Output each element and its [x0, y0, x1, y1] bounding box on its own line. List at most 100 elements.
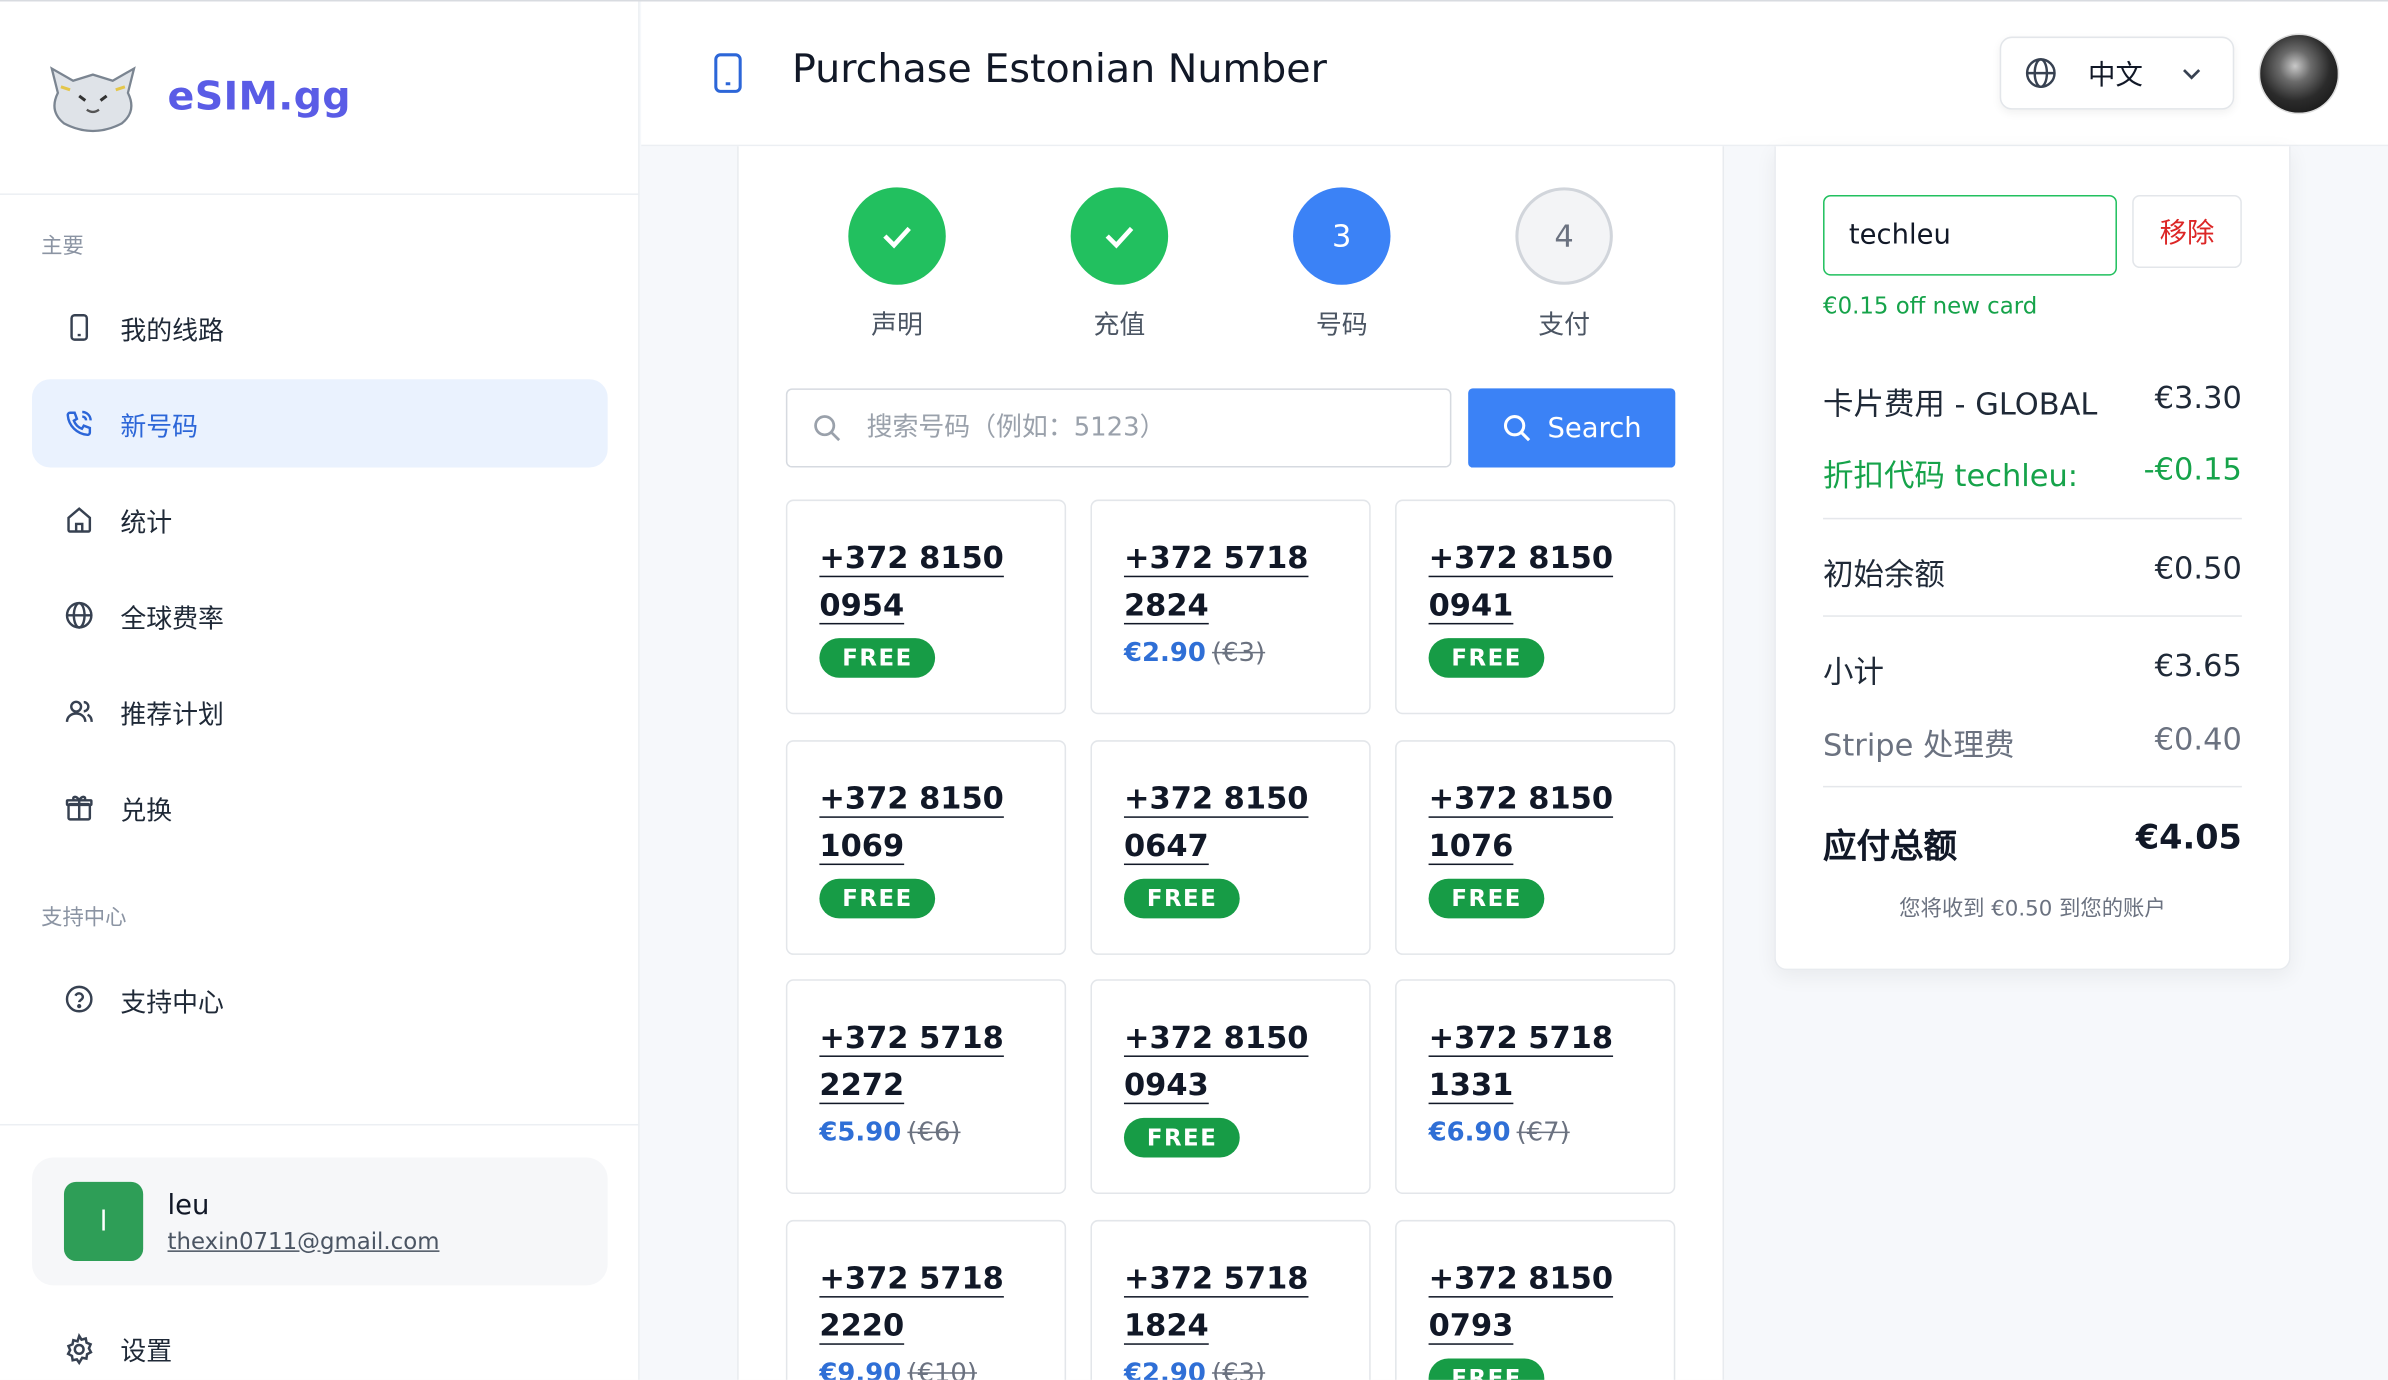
- number-line-1: +372 8150: [1123, 779, 1309, 817]
- number-line-1: +372 5718: [1123, 1259, 1309, 1297]
- price-current: €6.90: [1428, 1117, 1511, 1149]
- number-card[interactable]: +372 8150 1076 FREE: [1395, 740, 1676, 955]
- sidebar-item-support[interactable]: 支持中心: [32, 955, 608, 1043]
- price: €5.90 (€6): [819, 1118, 1064, 1148]
- price: €6.90 (€7): [1429, 1118, 1674, 1148]
- number-line-2: 1069: [819, 826, 905, 864]
- divider: [1823, 785, 2242, 788]
- home-icon: [62, 503, 96, 537]
- number-line-1: +372 8150: [819, 539, 1004, 576]
- summary-row-initial-balance: 初始余额 €0.50: [1823, 550, 2242, 594]
- free-badge: FREE: [1428, 878, 1545, 919]
- profile-avatar[interactable]: [2258, 33, 2340, 115]
- price-current: €2.90: [1123, 638, 1206, 669]
- sidebar-item-label: 新号码: [120, 411, 198, 443]
- number-card[interactable]: +372 5718 2272 €5.90 (€6): [785, 979, 1067, 1195]
- summary-row-card-fee: 卡片费用 - GLOBAL €3.30: [1823, 379, 2242, 423]
- number-line-2: 0941: [1428, 586, 1514, 623]
- sidebar-item-my-lines[interactable]: 我的线路: [32, 283, 608, 371]
- sidebar-item-label: 支持中心: [120, 987, 224, 1019]
- number-line-2: 0954: [819, 586, 905, 623]
- number-card[interactable]: +372 8150 1069 FREE: [785, 740, 1067, 955]
- phone-device-icon: [62, 311, 96, 345]
- page-title: Purchase Estonian Number: [791, 47, 1327, 93]
- user-card[interactable]: l leu thexin0711@gmail.com: [31, 1157, 608, 1286]
- divider: [1823, 517, 2242, 520]
- app-root: eSIM.gg 主要 我的线路 新号码 统计 全球费率 推荐计划 兑换 支持中心…: [0, 0, 2388, 1380]
- price-original: (€3): [1211, 1358, 1266, 1380]
- price: €2.90 (€3): [1124, 1359, 1369, 1380]
- price-current: €5.90: [819, 1117, 902, 1149]
- promo-code-input[interactable]: [1823, 194, 2117, 276]
- section-label-support: 支持中心: [41, 906, 127, 931]
- row-label: 初始余额: [1823, 555, 1945, 593]
- section-label-main: 主要: [41, 234, 84, 259]
- number-card[interactable]: +372 8150 0954 FREE: [785, 499, 1067, 715]
- row-label: 小计: [1823, 653, 1884, 690]
- number-card[interactable]: +372 8150 0941 FREE: [1395, 499, 1676, 715]
- sidebar-item-label: 统计: [120, 507, 173, 539]
- number-line-1: +372 8150: [1428, 539, 1614, 576]
- language-label: 中文: [2088, 59, 2143, 92]
- row-label: 卡片费用 - GLOBAL: [1823, 385, 2098, 422]
- step-indicator: 3: [1293, 187, 1391, 285]
- number-card[interactable]: +372 5718 1331 €6.90 (€7): [1395, 979, 1676, 1195]
- gift-icon: [62, 790, 96, 824]
- number-line-2: 0943: [1123, 1066, 1209, 1103]
- phone-call-icon: [62, 407, 96, 441]
- free-badge: FREE: [819, 878, 936, 919]
- sidebar-item-referral[interactable]: 推荐计划: [32, 667, 608, 755]
- number-line-2: 1824: [1123, 1306, 1209, 1344]
- price: €2.90 (€3): [1124, 638, 1369, 668]
- search-icon: [1504, 415, 1531, 442]
- price-original: (€10): [907, 1358, 978, 1380]
- sidebar-item-stats[interactable]: 统计: [32, 475, 608, 563]
- sidebar-item-redeem[interactable]: 兑换: [32, 763, 608, 851]
- free-badge: FREE: [1428, 638, 1545, 678]
- sidebar-item-label: 兑换: [120, 795, 173, 827]
- brand[interactable]: eSIM.gg: [46, 56, 351, 138]
- row-value: -€0.15: [2143, 450, 2242, 488]
- number-line-1: +372 5718: [819, 1018, 1004, 1056]
- check-icon: [883, 226, 911, 249]
- free-badge: FREE: [1428, 1358, 1545, 1380]
- number-line-2: 2272: [819, 1066, 905, 1103]
- user-email[interactable]: thexin0711@gmail.com: [168, 1227, 440, 1254]
- summary-row-discount: 折扣代码 techleu: -€0.15: [1823, 451, 2242, 495]
- number-card[interactable]: +372 8150 0647 FREE: [1090, 740, 1371, 955]
- search-icon: [814, 415, 841, 442]
- divider: [0, 1123, 640, 1126]
- language-select[interactable]: 中文: [1999, 36, 2235, 110]
- sidebar-item-new-number[interactable]: 新号码: [31, 379, 608, 468]
- number-card[interactable]: +372 8150 0793 FREE: [1395, 1219, 1676, 1380]
- sidebar-item-global-rates[interactable]: 全球费率: [32, 571, 608, 659]
- number-line-1: +372 5718: [819, 1259, 1004, 1297]
- number-card[interactable]: +372 5718 2824 €2.90 (€3): [1090, 499, 1371, 715]
- summary-row-total: 应付总额 €4.05: [1823, 819, 2242, 868]
- number-line-1: +372 8150: [1428, 779, 1614, 817]
- search-field[interactable]: [785, 388, 1452, 468]
- number-card[interactable]: +372 5718 2220 €9.90 (€10): [785, 1219, 1067, 1380]
- chevron-down-icon: [2183, 69, 2201, 80]
- phone-device-icon: [714, 53, 742, 93]
- user-info: leu thexin0711@gmail.com: [168, 1189, 440, 1254]
- number-card[interactable]: +372 5718 1824 €2.90 (€3): [1090, 1219, 1371, 1380]
- remove-promo-button[interactable]: 移除: [2132, 194, 2242, 269]
- step-label: 声明: [871, 310, 923, 342]
- number-card[interactable]: +372 8150 0943 FREE: [1090, 979, 1371, 1195]
- brand-name: eSIM.gg: [167, 74, 351, 121]
- divider: [0, 193, 640, 195]
- row-value: €3.30: [2154, 379, 2242, 416]
- search-button[interactable]: Search: [1468, 388, 1676, 468]
- search-input[interactable]: [866, 412, 1415, 444]
- number-line-2: 0793: [1428, 1306, 1514, 1344]
- price: €9.90 (€10): [819, 1359, 1064, 1380]
- sidebar-item-settings[interactable]: 设置: [62, 1330, 172, 1368]
- step-indicator: [1070, 187, 1169, 285]
- step-label: 充值: [1093, 310, 1146, 342]
- number-line-2: 2824: [1123, 586, 1209, 623]
- number-line-1: +372 8150: [819, 779, 1004, 817]
- price-original: (€3): [1211, 638, 1266, 669]
- help-circle-icon: [62, 982, 96, 1016]
- cat-logo-icon: [50, 66, 136, 133]
